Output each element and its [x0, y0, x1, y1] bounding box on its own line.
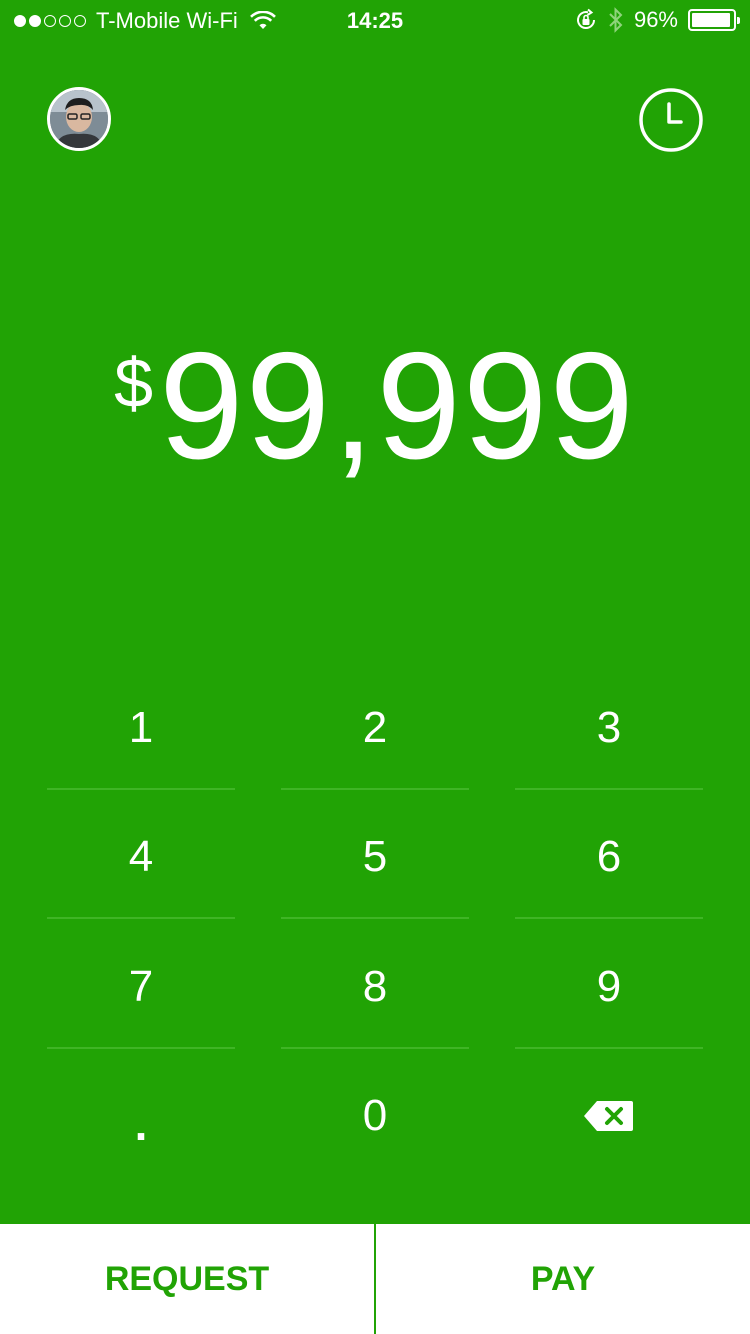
key-4[interactable]: 4: [47, 790, 235, 920]
status-right: 96%: [574, 7, 740, 33]
clock-icon[interactable]: [638, 87, 704, 153]
key-6[interactable]: 6: [515, 790, 703, 920]
key-1[interactable]: 1: [47, 660, 235, 790]
currency-symbol: $: [114, 344, 154, 422]
status-bar: T-Mobile Wi-Fi 14:25 96%: [0, 0, 750, 40]
request-button[interactable]: REQUEST: [0, 1224, 374, 1334]
action-bar: REQUEST PAY: [0, 1224, 750, 1334]
numeric-keypad: 1 2 3 4 5 6 7 8 9 . 0: [47, 660, 703, 1178]
bluetooth-icon: [609, 7, 623, 33]
key-9[interactable]: 9: [515, 919, 703, 1049]
rotation-lock-icon: [576, 8, 595, 29]
amount-value: 99,999: [159, 321, 636, 491]
key-decimal[interactable]: .: [47, 1049, 235, 1179]
key-0[interactable]: 0: [281, 1049, 469, 1179]
key-7[interactable]: 7: [47, 919, 235, 1049]
key-5[interactable]: 5: [281, 790, 469, 920]
key-backspace[interactable]: [515, 1049, 703, 1179]
amount-display: $ 99,999: [0, 330, 750, 500]
battery-percent: 96%: [633, 7, 678, 32]
pay-button[interactable]: PAY: [376, 1224, 750, 1334]
battery-icon: [688, 9, 740, 31]
user-avatar-icon: [50, 90, 108, 148]
profile-avatar[interactable]: [47, 87, 111, 151]
key-3[interactable]: 3: [515, 660, 703, 790]
backspace-icon: [584, 1101, 633, 1132]
key-8[interactable]: 8: [281, 919, 469, 1049]
key-2[interactable]: 2: [281, 660, 469, 790]
